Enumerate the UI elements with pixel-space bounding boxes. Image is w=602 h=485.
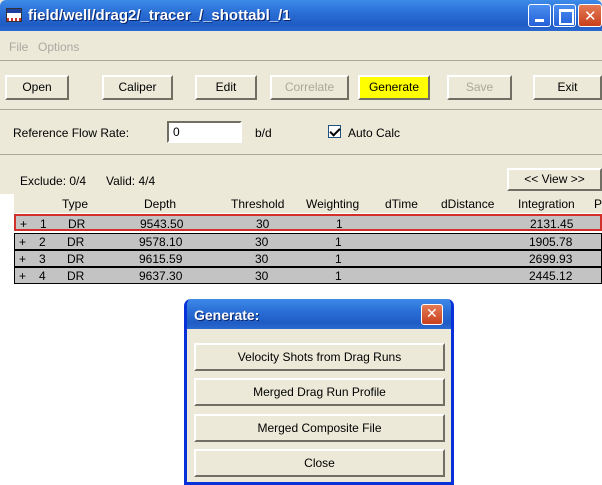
window-title: field/well/drag2/_tracer_/_shottabl_/1 (28, 7, 291, 24)
row-weighting: 1 (335, 235, 342, 249)
row-type: DR (67, 269, 85, 283)
row-index: 3 (39, 252, 46, 266)
reference-flow-unit: b/d (255, 126, 272, 140)
row-marker: + (19, 252, 27, 266)
row-integration: 1905.78 (529, 235, 573, 249)
generate-button[interactable]: Generate (358, 75, 430, 100)
row-threshold: 30 (255, 269, 269, 283)
table-row[interactable]: + 2 DR 9578.10 30 1 1905.78 (14, 233, 602, 250)
row-index: 4 (39, 269, 46, 283)
reference-flow-row: Reference Flow Rate: 0 b/d Auto Calc (0, 111, 602, 155)
row-type: DR (67, 252, 85, 266)
menu-file[interactable]: File (9, 40, 28, 54)
row-integration: 2131.45 (530, 217, 574, 231)
generate-dialog: Generate: Velocity Shots from Drag Runs … (184, 299, 454, 485)
menu-bar: File Options (0, 31, 602, 55)
row-weighting: 1 (335, 269, 342, 283)
valid-count: Valid: 4/4 (106, 174, 156, 188)
title-bar[interactable]: field/well/drag2/_tracer_/_shottabl_/1 (0, 0, 602, 31)
view-button[interactable]: << View >> (507, 168, 602, 191)
reference-flow-label: Reference Flow Rate: (13, 126, 130, 140)
row-depth: 9578.10 (139, 235, 183, 249)
merged-composite-file-button[interactable]: Merged Composite File (194, 414, 445, 442)
table-row[interactable]: + 4 DR 9637.30 30 1 2445.12 (14, 267, 602, 284)
dialog-close-icon[interactable] (421, 304, 443, 325)
row-index: 2 (39, 235, 46, 249)
caliper-button[interactable]: Caliper (102, 75, 173, 100)
exit-button[interactable]: Exit (533, 75, 602, 100)
col-depth[interactable]: Depth (144, 197, 176, 211)
maximize-button[interactable] (553, 4, 576, 27)
row-type: DR (67, 235, 85, 249)
col-weighting[interactable]: Weighting (306, 197, 359, 211)
auto-calc-label[interactable]: Auto Calc (348, 126, 400, 140)
open-button[interactable]: Open (5, 75, 69, 100)
auto-calc-checkbox[interactable] (328, 125, 341, 138)
edit-button[interactable]: Edit (195, 75, 257, 100)
menu-options[interactable]: Options (38, 40, 79, 54)
row-threshold: 30 (256, 217, 270, 231)
dialog-title-bar[interactable]: Generate: (187, 299, 451, 329)
row-depth: 9637.30 (139, 269, 183, 283)
velocity-shots-button[interactable]: Velocity Shots from Drag Runs (194, 343, 445, 371)
row-integration: 2699.93 (529, 252, 573, 266)
correlate-button[interactable]: Correlate (270, 75, 349, 100)
reference-flow-input[interactable]: 0 (167, 121, 242, 143)
table-header: Type Depth Threshold Weighting dTime dDi… (14, 194, 602, 213)
row-weighting: 1 (335, 252, 342, 266)
row-weighting: 1 (336, 217, 343, 231)
toolbar: Open Caliper Edit Correlate Generate Sav… (0, 60, 602, 110)
dialog-close-button[interactable]: Close (194, 449, 445, 477)
table-row[interactable]: + 1 DR 9543.50 30 1 2131.45 (14, 214, 602, 231)
exclude-count: Exclude: 0/4 (20, 174, 87, 188)
row-depth: 9615.59 (139, 252, 183, 266)
row-type: DR (68, 217, 86, 231)
row-threshold: 30 (255, 235, 269, 249)
col-p[interactable]: P (594, 197, 602, 211)
row-threshold: 30 (255, 252, 269, 266)
row-integration: 2445.12 (529, 269, 573, 283)
row-marker: + (19, 235, 27, 249)
row-marker: + (19, 269, 27, 283)
col-ddistance[interactable]: dDistance (441, 197, 494, 211)
save-button[interactable]: Save (447, 75, 512, 100)
merged-drag-run-profile-button[interactable]: Merged Drag Run Profile (194, 378, 445, 406)
table-row[interactable]: + 3 DR 9615.59 30 1 2699.93 (14, 250, 602, 267)
app-icon (6, 8, 22, 22)
close-window-button[interactable] (578, 4, 602, 27)
row-marker: + (20, 217, 28, 231)
col-dtime[interactable]: dTime (385, 197, 418, 211)
col-type[interactable]: Type (62, 197, 88, 211)
dialog-title: Generate: (194, 307, 260, 323)
row-index: 1 (40, 217, 47, 231)
main-window: field/well/drag2/_tracer_/_shottabl_/1 F… (0, 0, 602, 485)
row-depth: 9543.50 (140, 217, 184, 231)
minimize-button[interactable] (528, 4, 551, 27)
col-integration[interactable]: Integration (518, 197, 575, 211)
col-threshold[interactable]: Threshold (231, 197, 284, 211)
